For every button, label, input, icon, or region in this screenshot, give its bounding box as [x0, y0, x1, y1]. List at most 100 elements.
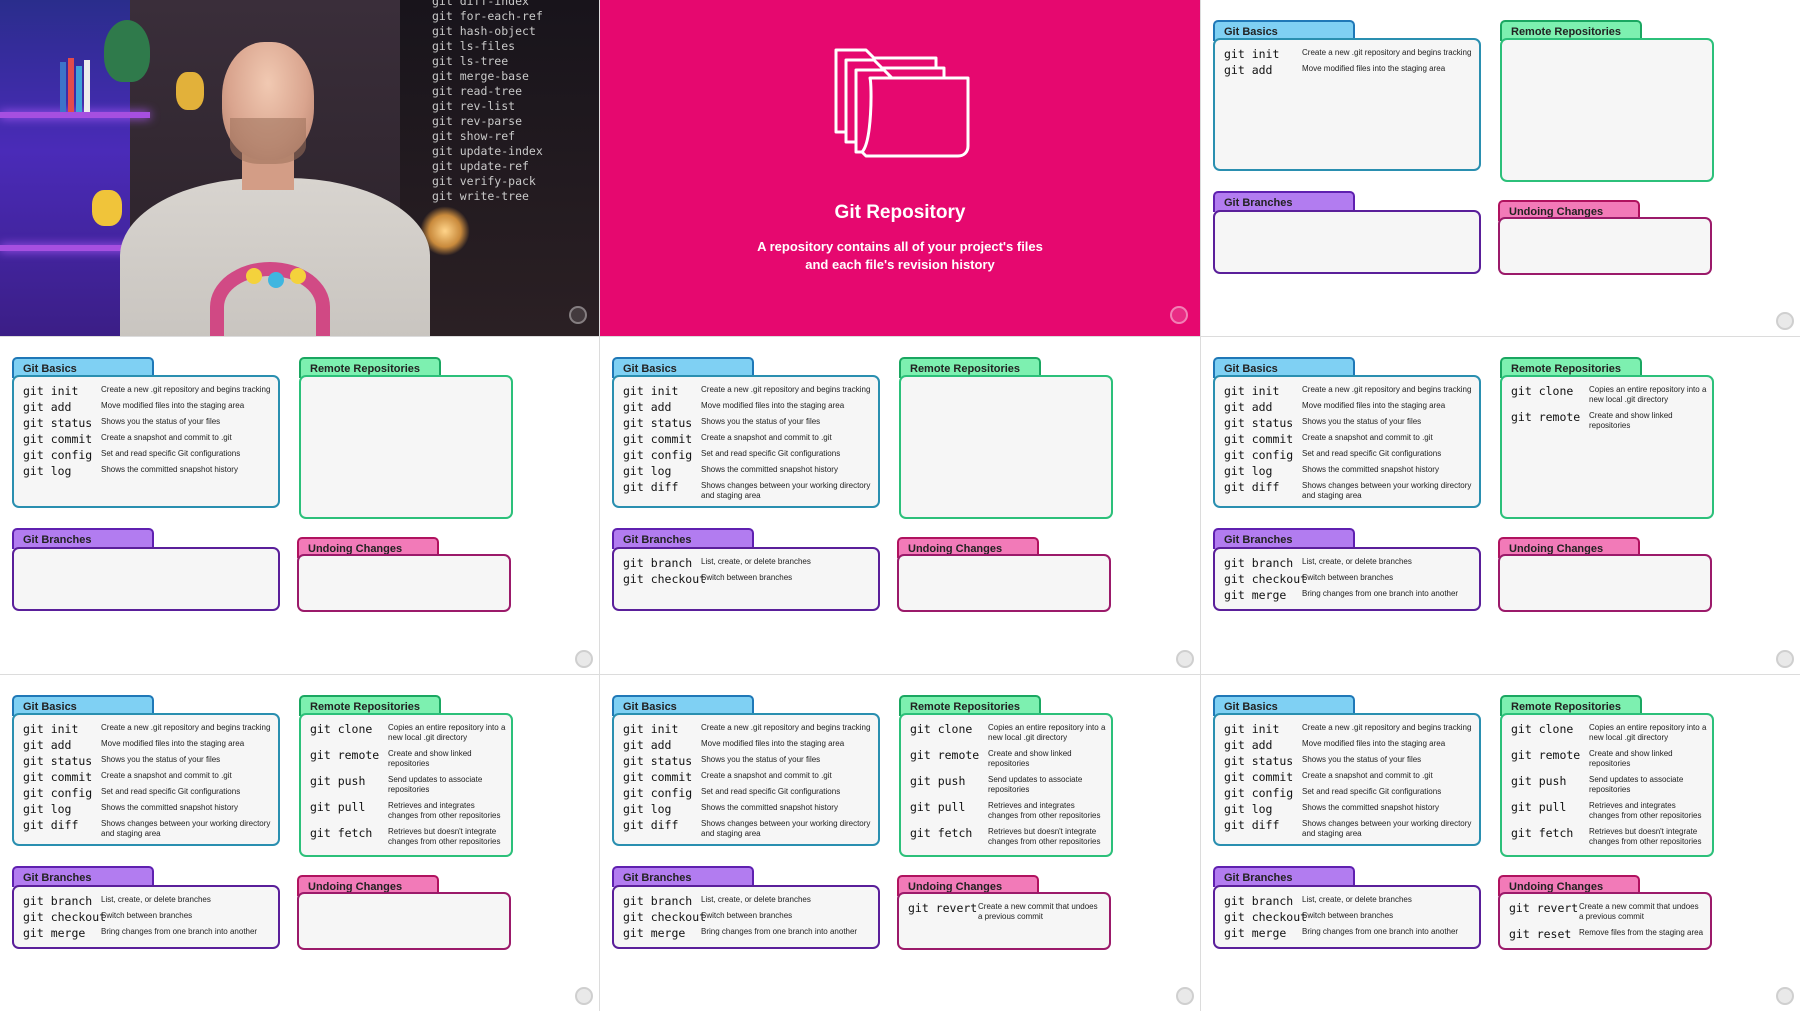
command-row: git diff Shows changes between your worki…: [1224, 818, 1473, 838]
cheatsheet-slide[interactable]: Git Basics git init Create a new .git repo…: [0, 675, 599, 1011]
command-row: git remote Create and show linked reposit…: [1511, 748, 1706, 768]
command-row: git remote Create and show linked reposit…: [1511, 410, 1706, 430]
command-name: git init: [23, 722, 79, 736]
video-frame[interactable]: git diff-index git for-each-ref git hash-o…: [0, 0, 599, 336]
command-description: Shows changes between your working direc…: [701, 481, 871, 500]
command-name: git push: [310, 774, 366, 788]
cheatsheet-slide[interactable]: Git Basics git init Create a new .git repo…: [1201, 0, 1800, 336]
command-description: Retrieves and integrates changes from ot…: [988, 801, 1101, 820]
command-name: git remote: [910, 748, 980, 762]
command-description: Move modified files into the staging are…: [101, 739, 245, 748]
command-description: Shows the committed snapshot history: [1302, 803, 1439, 812]
panel-box: git branch List, create, or delete branch…: [1213, 885, 1481, 949]
command-description: Create a snapshot and commit to .git: [701, 771, 832, 780]
cheatsheet-slide[interactable]: Git Basics git init Create a new .git repo…: [1201, 675, 1800, 1011]
command-name: git branch: [1224, 556, 1294, 570]
shelf: [0, 112, 150, 118]
command-name: git log: [1224, 802, 1273, 816]
command-description: List, create, or delete branches: [701, 895, 811, 904]
command-description: Create a new .git repository and begins …: [1302, 385, 1472, 394]
command-description: Shows the committed snapshot history: [701, 803, 838, 812]
command-name: git add: [623, 738, 672, 752]
panel-box: git clone Copies an entire repository int…: [299, 713, 513, 857]
panel-box: git init Create a new .git repository and…: [1213, 38, 1481, 171]
command-description: Create a new .git repository and begins …: [701, 385, 871, 394]
command-row: git checkout Switch between branches: [623, 572, 872, 590]
panel-box: [1500, 38, 1714, 182]
command-description: Create and show linked repositories: [1589, 411, 1673, 430]
command-row: git pull Retrieves and integrates changes…: [910, 800, 1105, 820]
command-name: git remote: [310, 748, 380, 762]
command-description: Switch between branches: [101, 911, 193, 920]
command-row: git diff Shows changes between your worki…: [23, 818, 272, 838]
command-line: git ls-files: [432, 39, 516, 53]
command-name: git config: [623, 448, 693, 462]
shirt-graphic: [246, 268, 262, 284]
command-name: git checkout: [623, 572, 707, 586]
command-row: git diff Shows changes between your worki…: [1224, 480, 1473, 500]
command-description: Retrieves but doesn't integrate changes …: [1589, 827, 1702, 846]
cheatsheet-slide[interactable]: Git Basics git init Create a new .git repo…: [0, 337, 599, 674]
person-beard: [230, 118, 306, 164]
command-name: git status: [623, 754, 693, 768]
command-name: git commit: [23, 432, 93, 446]
command-description: Switch between branches: [1302, 911, 1394, 920]
command-description: Shows changes between your working direc…: [701, 819, 871, 838]
panel-title: Git Branches: [12, 866, 154, 887]
command-name: git revert: [908, 901, 978, 915]
command-name: git status: [1224, 416, 1294, 430]
command-row: git remote Create and show linked reposit…: [310, 748, 505, 768]
shirt-graphic: [268, 272, 284, 288]
figurine: [92, 190, 122, 226]
cheatsheet-slide[interactable]: Git Basics git init Create a new .git repo…: [600, 675, 1200, 1011]
panel-box: git branch List, create, or delete branch…: [612, 885, 880, 949]
command-name: git add: [1224, 400, 1273, 414]
command-name: git config: [23, 448, 93, 462]
command-description: Shows the committed snapshot history: [101, 465, 238, 474]
panel-box: [1213, 210, 1481, 274]
panel-box: git branch List, create, or delete branch…: [1213, 547, 1481, 611]
command-name: git pull: [910, 800, 966, 814]
command-description: Shows you the status of your files: [701, 755, 821, 764]
cheatsheet-slide[interactable]: Git Basics git init Create a new .git repo…: [600, 337, 1200, 674]
panel-box: git init Create a new .git repository and…: [1213, 713, 1481, 846]
command-name: git diff: [623, 818, 679, 832]
command-name: git add: [1224, 63, 1273, 77]
command-name: git log: [23, 802, 72, 816]
command-description: Set and read specific Git configurations: [701, 787, 841, 796]
command-row: git pull Retrieves and integrates changes…: [1511, 800, 1706, 820]
panel-box: git init Create a new .git repository and…: [612, 375, 880, 508]
command-name: git add: [1224, 738, 1273, 752]
command-description: List, create, or delete branches: [1302, 895, 1412, 904]
command-description: Bring changes from one branch into anoth…: [701, 927, 858, 936]
command-description: Bring changes from one branch into anoth…: [1302, 589, 1459, 598]
command-row: git log Shows the committed snapshot hist…: [23, 464, 272, 482]
command-name: git merge: [1224, 926, 1287, 940]
command-list: git diff-index git for-each-ref git hash-o…: [432, 0, 543, 204]
command-row: git pull Retrieves and integrates changes…: [310, 800, 505, 820]
command-name: git merge: [23, 926, 86, 940]
command-description: Shows you the status of your files: [1302, 417, 1422, 426]
command-name: git commit: [623, 770, 693, 784]
cheatsheet-slide[interactable]: Git Basics git init Create a new .git repo…: [1201, 337, 1800, 674]
command-description: Copies an entire repository into a new l…: [1589, 723, 1707, 742]
watermark-icon: [569, 306, 587, 324]
title-slide[interactable]: Git Repository A repository contains all…: [600, 0, 1200, 336]
panel-box: [297, 892, 511, 950]
command-name: git status: [23, 416, 93, 430]
watermark-icon: [1176, 987, 1194, 1005]
command-row: git remote Create and show linked reposit…: [910, 748, 1105, 768]
command-name: git merge: [623, 926, 686, 940]
thumbnail-grid: git diff-index git for-each-ref git hash-o…: [0, 0, 1800, 1011]
command-name: git checkout: [1224, 572, 1308, 586]
command-description: Shows changes between your working direc…: [101, 819, 271, 838]
slide-title: Git Repository: [834, 202, 966, 223]
command-name: git init: [1224, 47, 1280, 61]
command-description: List, create, or delete branches: [701, 557, 811, 566]
command-name: git init: [623, 722, 679, 736]
command-name: git log: [23, 464, 72, 478]
panel-title: Git Branches: [12, 528, 154, 549]
command-name: git log: [623, 464, 672, 478]
command-name: git clone: [310, 722, 373, 736]
command-description: Set and read specific Git configurations: [1302, 449, 1442, 458]
